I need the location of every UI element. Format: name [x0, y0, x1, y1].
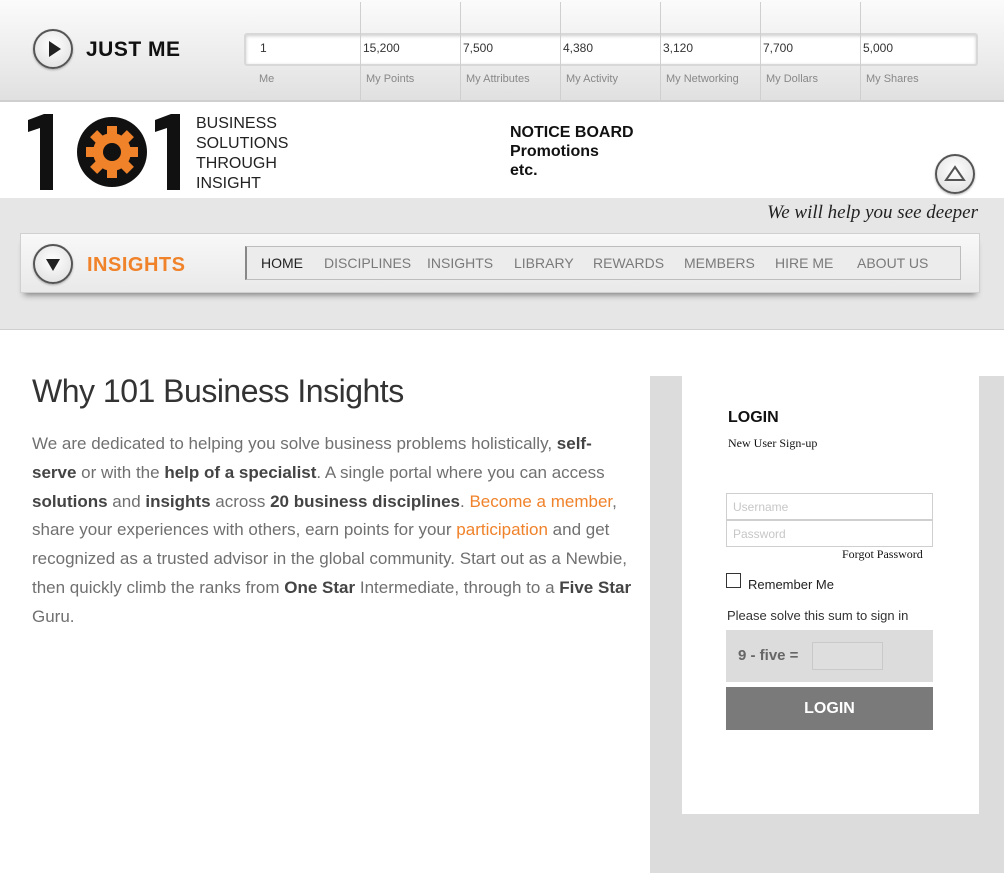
- menu-item-home[interactable]: HOME: [261, 255, 303, 271]
- menu-item-hire-me[interactable]: HIRE ME: [775, 255, 833, 271]
- login-card: [682, 376, 979, 814]
- stat-label[interactable]: My Attributes: [466, 73, 530, 85]
- stat-divider: [560, 2, 561, 100]
- stat-label[interactable]: My Shares: [866, 73, 919, 85]
- notice-line: etc.: [510, 162, 538, 179]
- menu-item-library[interactable]: LIBRARY: [514, 255, 574, 271]
- menu-item-about-us[interactable]: ABOUT US: [857, 255, 928, 271]
- stat-divider: [860, 2, 861, 100]
- stat-column: 3,120 My Networking: [660, 0, 760, 102]
- stat-column: 7,500 My Attributes: [460, 0, 560, 102]
- menu-item-rewards[interactable]: REWARDS: [593, 255, 664, 271]
- new-user-signup-link[interactable]: New User Sign-up: [728, 436, 817, 451]
- just-me-title: JUST ME: [86, 38, 181, 61]
- stat-column: 7,700 My Dollars: [760, 0, 860, 102]
- stat-column: 1 Me: [258, 0, 358, 102]
- stat-label[interactable]: My Networking: [666, 73, 739, 85]
- captcha-answer-input[interactable]: [812, 642, 883, 670]
- user-stats-bar: JUST ME 1 Me 15,200 My Points 7,500 My Attrib…: [0, 0, 1004, 102]
- intro-emphasis: insights: [145, 491, 211, 511]
- intro-text: Guru.: [32, 606, 75, 626]
- section-dropdown-button[interactable]: [33, 244, 73, 284]
- tagline-line: THROUGH: [196, 155, 277, 172]
- intro-text: We are dedicated to helping you solve bu…: [32, 434, 557, 453]
- stat-label[interactable]: My Points: [366, 73, 414, 85]
- intro-emphasis: help of a specialist: [164, 462, 317, 482]
- stat-column: 5,000 My Shares: [860, 0, 960, 102]
- notice-board: NOTICE BOARD Promotions etc.: [510, 123, 634, 180]
- stat-label[interactable]: My Activity: [566, 73, 618, 85]
- stat-column: 4,380 My Activity: [560, 0, 660, 102]
- stat-divider: [360, 2, 361, 100]
- intro-emphasis: 20 business disciplines: [270, 491, 460, 511]
- stat-column: 15,200 My Points: [360, 0, 460, 102]
- tagline-line: INSIGHT: [196, 175, 261, 192]
- expand-play-button[interactable]: [33, 29, 73, 69]
- logo-tagline: BUSINESS SOLUTIONS THROUGH INSIGHT: [196, 114, 288, 194]
- slogan: We will help you see deeper: [767, 202, 978, 223]
- notice-line: Promotions: [510, 143, 599, 160]
- stat-value: 1: [260, 41, 267, 55]
- menu-item-insights[interactable]: INSIGHTS: [427, 255, 493, 271]
- notice-board-title: NOTICE BOARD: [510, 124, 634, 141]
- stat-value: 5,000: [863, 41, 894, 55]
- page-heading: Why 101 Business Insights: [32, 373, 404, 409]
- stat-value: 4,380: [563, 41, 594, 55]
- stat-value: 15,200: [363, 41, 400, 55]
- section-title: INSIGHTS: [87, 254, 186, 276]
- intro-text: or with the: [76, 462, 165, 482]
- intro-text: and: [107, 491, 146, 511]
- intro-text: Intermediate, through to a: [355, 577, 560, 597]
- intro-emphasis: Five Star: [559, 577, 632, 597]
- stat-divider: [760, 2, 761, 100]
- captcha-question: 9 - five =: [738, 647, 799, 664]
- stat-label[interactable]: Me: [259, 73, 274, 85]
- logo-101[interactable]: [28, 114, 188, 190]
- login-button[interactable]: LOGIN: [726, 687, 933, 730]
- intro-paragraph: We are dedicated to helping you solve bu…: [32, 430, 632, 632]
- login-title: LOGIN: [728, 409, 779, 426]
- intro-emphasis: solutions: [32, 491, 108, 511]
- tagline-line: SOLUTIONS: [196, 135, 289, 152]
- username-field[interactable]: [726, 493, 933, 520]
- stat-value: 7,500: [463, 41, 494, 55]
- intro-emphasis: One Star: [284, 577, 356, 597]
- remember-me-checkbox[interactable]: [726, 573, 741, 588]
- forgot-password-link[interactable]: Forgot Password: [842, 547, 923, 562]
- stat-value: 3,120: [663, 41, 694, 55]
- menu-item-disciplines[interactable]: DISCIPLINES: [324, 255, 411, 271]
- stat-value: 7,700: [763, 41, 794, 55]
- logo-101-icon: [28, 114, 180, 190]
- intro-link[interactable]: participation: [456, 520, 548, 539]
- main-menu: HOME DISCIPLINES INSIGHTS LIBRARY REWARD…: [245, 246, 961, 280]
- intro-text: . A single portal where you can access: [316, 462, 605, 482]
- triangle-up-icon: [944, 165, 966, 181]
- stat-label[interactable]: My Dollars: [766, 73, 818, 85]
- play-icon: [49, 41, 61, 57]
- tagline-line: BUSINESS: [196, 115, 277, 132]
- collapse-up-button[interactable]: [935, 154, 975, 194]
- menu-item-members[interactable]: MEMBERS: [684, 255, 755, 271]
- intro-link[interactable]: Become a member: [469, 492, 612, 511]
- stat-divider: [460, 2, 461, 100]
- password-field[interactable]: [726, 520, 933, 547]
- remember-me-label: Remember Me: [748, 577, 834, 592]
- stat-divider: [660, 2, 661, 100]
- intro-text: across: [210, 491, 271, 511]
- captcha-prompt: Please solve this sum to sign in: [727, 608, 909, 623]
- triangle-down-icon: [46, 259, 60, 271]
